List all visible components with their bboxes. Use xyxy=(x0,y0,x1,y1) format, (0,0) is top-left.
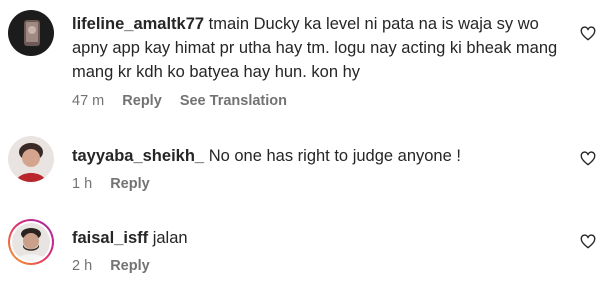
comment-username[interactable]: lifeline_amaltk77 xyxy=(72,15,204,33)
avatar-image xyxy=(8,136,54,182)
comment-meta: 47 m Reply See Translation xyxy=(72,93,301,109)
reply-button[interactable]: Reply xyxy=(110,258,150,274)
comment-body: faisal_isff jalan xyxy=(72,226,562,250)
heart-outline-icon[interactable] xyxy=(580,234,596,250)
avatar[interactable] xyxy=(8,10,54,56)
heart-outline-icon[interactable] xyxy=(580,26,596,42)
comment-body: tayyaba_sheikh_ No one has right to judg… xyxy=(72,144,562,168)
comment-meta: 2 h Reply xyxy=(72,258,164,274)
heart-outline-icon[interactable] xyxy=(580,151,596,167)
comment-username[interactable]: tayyaba_sheikh_ xyxy=(72,147,204,165)
comment-body: lifeline_amaltk77 tmain Ducky ka level n… xyxy=(72,12,562,84)
reply-button[interactable]: Reply xyxy=(110,176,150,192)
avatar-image xyxy=(12,223,50,261)
comment-text: jalan xyxy=(152,229,188,247)
comment-text: No one has right to judge anyone ! xyxy=(208,147,461,165)
avatar xyxy=(10,221,52,263)
avatar-story-ring[interactable] xyxy=(8,219,54,265)
avatar-image xyxy=(8,10,54,56)
comment-meta: 1 h Reply xyxy=(72,176,164,192)
comment-username[interactable]: faisal_isff xyxy=(72,229,148,247)
avatar[interactable] xyxy=(8,136,54,182)
see-translation-button[interactable]: See Translation xyxy=(180,93,287,109)
comment-time: 1 h xyxy=(72,176,93,192)
reply-button[interactable]: Reply xyxy=(122,93,162,109)
comment-time: 2 h xyxy=(72,258,93,274)
comment-time: 47 m xyxy=(72,93,105,109)
